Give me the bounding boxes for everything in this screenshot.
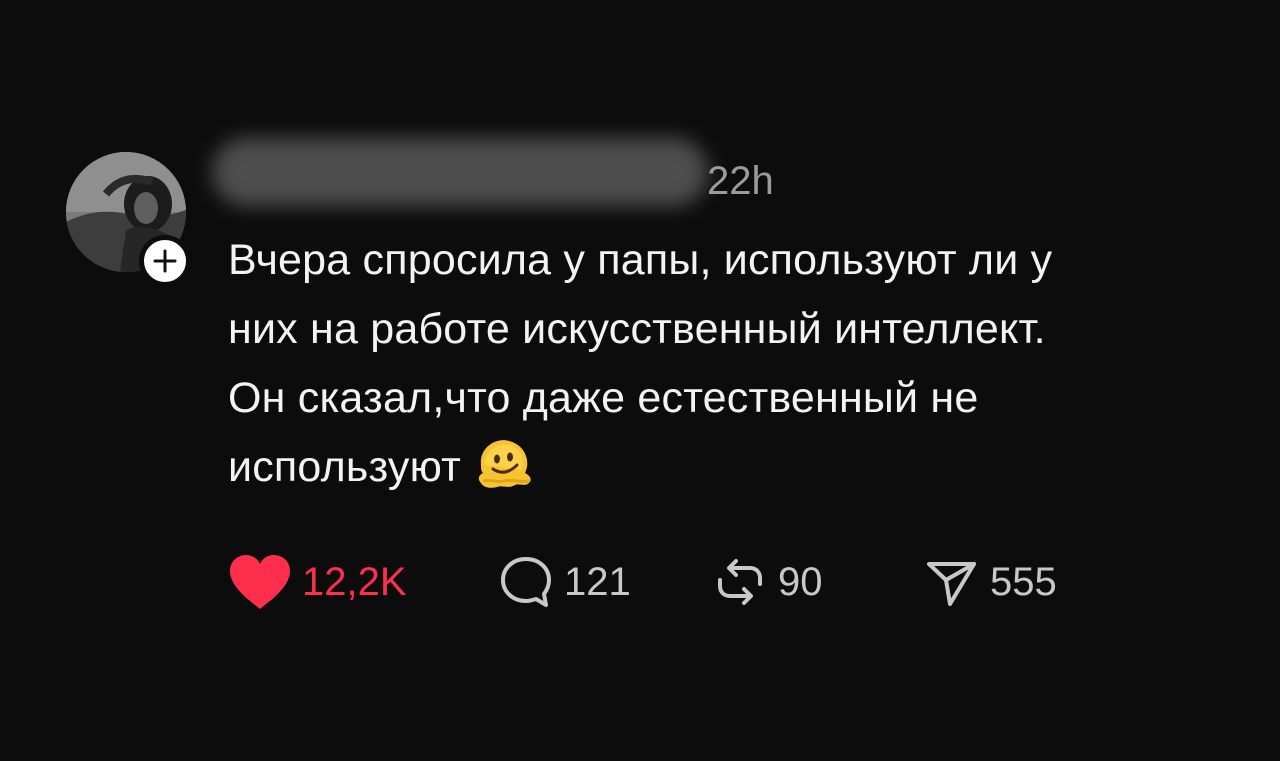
speech-bubble-icon bbox=[501, 557, 551, 607]
post-text-line: используют bbox=[228, 443, 461, 491]
post-text-line: Вчера спросила у папы, используют ли у bbox=[228, 236, 1053, 284]
post-text-line-last: используют bbox=[228, 433, 1238, 502]
like-count: 12,2K bbox=[302, 560, 407, 604]
post-text-line: них на работе искусственный интеллект. bbox=[228, 305, 1046, 353]
author-avatar-container[interactable] bbox=[66, 152, 191, 287]
repost-button[interactable]: 90 bbox=[712, 552, 924, 612]
heart-icon bbox=[230, 555, 290, 609]
post-timestamp: 22h bbox=[707, 159, 774, 203]
post-actions-bar: 12,2K 121 90 555 bbox=[228, 552, 1084, 612]
share-count: 555 bbox=[990, 560, 1057, 604]
repost-arrows-icon bbox=[718, 559, 762, 605]
share-button[interactable]: 555 bbox=[924, 552, 1084, 612]
reply-button[interactable]: 121 bbox=[498, 552, 712, 612]
plus-icon bbox=[153, 249, 177, 273]
follow-button[interactable] bbox=[139, 235, 191, 287]
like-button[interactable]: 12,2K bbox=[228, 552, 498, 612]
paper-plane-icon bbox=[927, 562, 976, 606]
melting-face-emoji bbox=[475, 435, 533, 491]
post-body: Вчера спросила у папы, используют ли у н… bbox=[228, 226, 1238, 502]
username-redacted bbox=[212, 138, 708, 206]
repost-count: 90 bbox=[778, 560, 823, 604]
reply-count: 121 bbox=[564, 560, 631, 604]
thread-post: 22h Вчера спросила у папы, используют ли… bbox=[0, 0, 1280, 761]
post-text-line: Он сказал,что даже естественный не bbox=[228, 374, 979, 422]
